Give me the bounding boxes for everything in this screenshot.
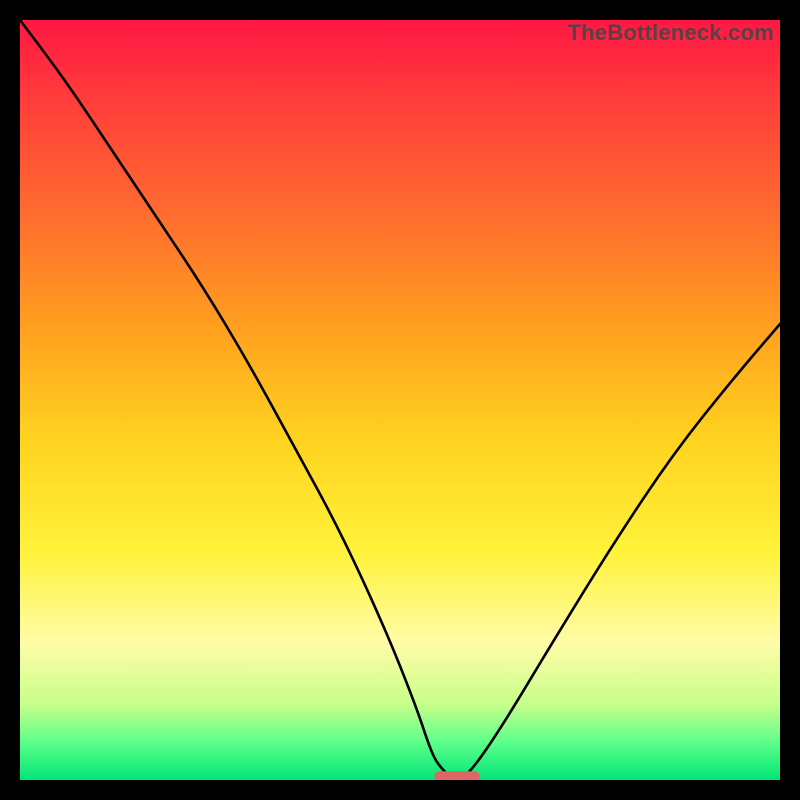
chart-plot-area: TheBottleneck.com [20, 20, 780, 780]
bottleneck-chart [20, 20, 780, 780]
watermark-label: TheBottleneck.com [568, 20, 774, 46]
min-marker [434, 771, 480, 780]
chart-frame: TheBottleneck.com [0, 0, 800, 800]
